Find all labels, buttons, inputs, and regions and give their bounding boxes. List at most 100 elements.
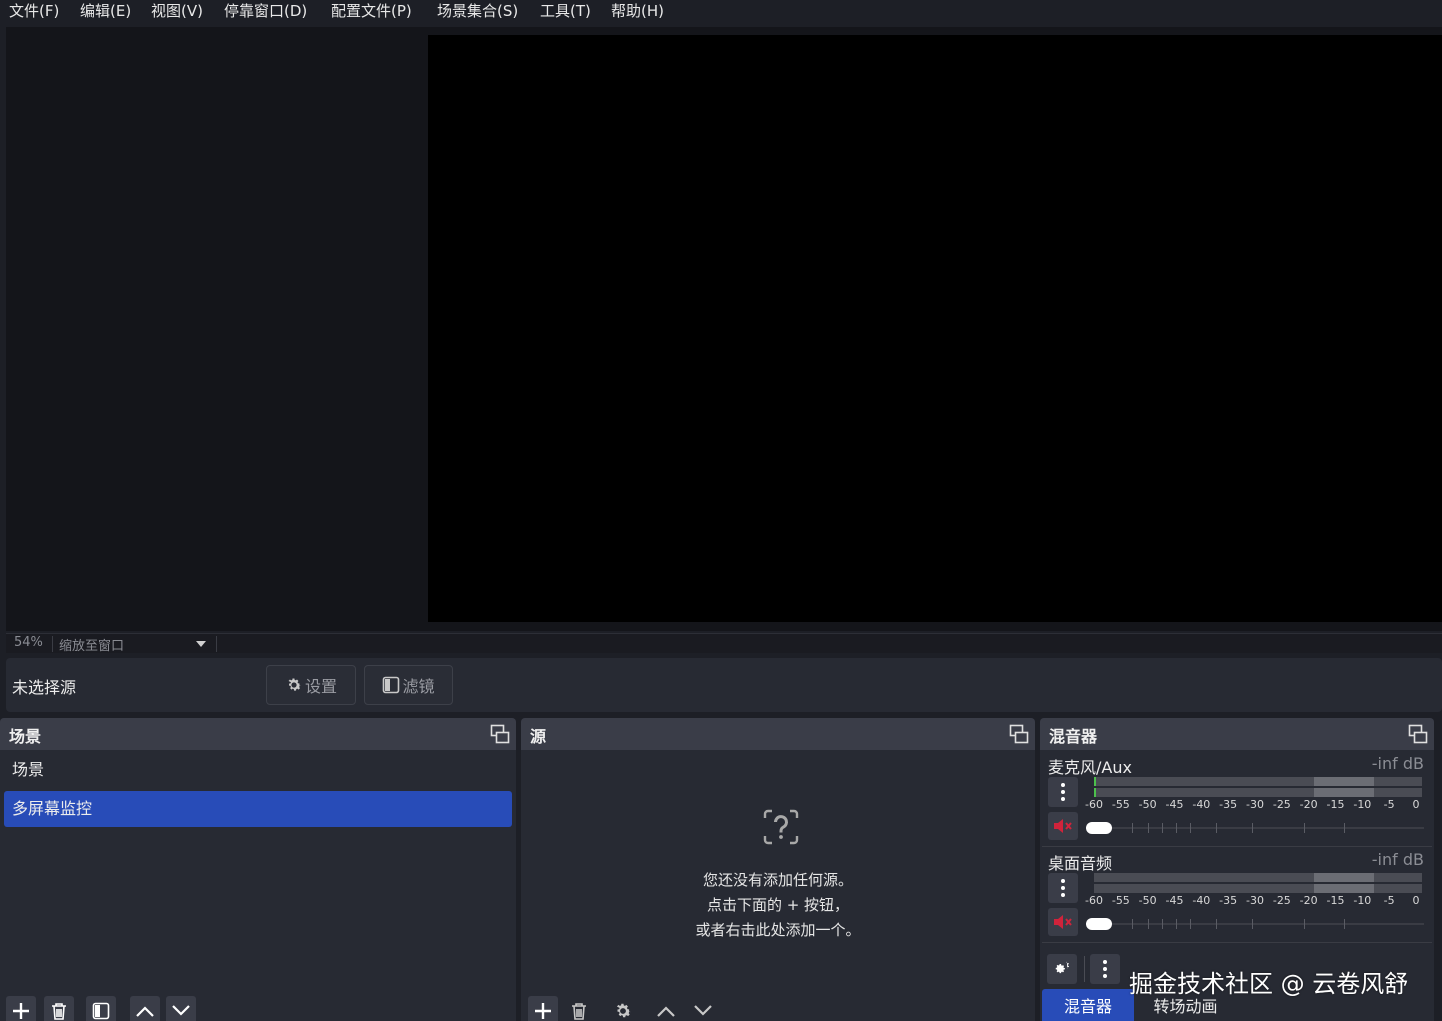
mixer-dock-header: 混音器 (1040, 718, 1434, 750)
tab-mixer[interactable]: 混音器 (1042, 989, 1134, 1021)
menu-file[interactable]: 文件(F) (9, 0, 59, 22)
meter-scale-label: 0 (1412, 894, 1420, 907)
menu-edit[interactable]: 编辑(E) (80, 0, 131, 22)
channel-menu-button[interactable] (1048, 777, 1078, 807)
meter-scale-label: -40 (1192, 894, 1211, 907)
question-icon (763, 809, 799, 845)
volume-slider[interactable] (1086, 917, 1424, 931)
meter-scale-label: -25 (1272, 894, 1291, 907)
watermark: 掘金技术社区 @ 云卷风舒 (1129, 970, 1409, 998)
volume-tick (1148, 919, 1149, 929)
menu-profile[interactable]: 配置文件(P) (331, 0, 412, 22)
advanced-audio-button[interactable] (1047, 954, 1077, 984)
volume-tick (1344, 823, 1345, 833)
meter-scale-label: -45 (1165, 798, 1184, 811)
scene-filters-button[interactable] (86, 996, 116, 1021)
sources-dock: 源 您还没有添加任何源。 点击下面的 + 按钮， 或者右击此处添加一个。 (521, 718, 1035, 1021)
source-properties-button[interactable] (608, 998, 638, 1021)
meter-scale-label: -25 (1272, 798, 1291, 811)
audio-meter (1094, 777, 1422, 797)
scene-item[interactable]: 场景 (4, 752, 512, 788)
chevron-down-icon (172, 1005, 190, 1016)
move-source-down-button[interactable] (688, 998, 718, 1021)
volume-tick (1132, 823, 1133, 833)
divider (52, 636, 53, 652)
plus-icon (13, 1003, 29, 1019)
plus-icon (535, 1003, 551, 1019)
meter-scale-label: -30 (1246, 798, 1264, 811)
empty-message-line: 或者右击此处添加一个。 (695, 921, 861, 939)
mute-button[interactable] (1048, 812, 1078, 840)
move-scene-up-button[interactable] (130, 996, 160, 1021)
empty-message-line: 点击下面的 + 按钮， (706, 896, 850, 914)
volume-slider[interactable] (1086, 821, 1424, 835)
remove-scene-button[interactable] (44, 996, 74, 1021)
meter-scale-label: -20 (1299, 798, 1318, 811)
mute-button[interactable] (1048, 908, 1078, 936)
float-dock-icon[interactable] (490, 724, 510, 744)
scenes-dock-header: 场景 (0, 718, 516, 750)
menu-tools[interactable]: 工具(T) (540, 0, 591, 22)
kebab-icon (1103, 960, 1107, 978)
move-scene-down-button[interactable] (166, 996, 196, 1021)
meter-scale-label: -50 (1138, 894, 1157, 907)
empty-message-line: 您还没有添加任何源。 (702, 871, 853, 889)
add-scene-button[interactable] (6, 996, 36, 1021)
remove-source-button[interactable] (564, 998, 594, 1021)
divider (1042, 846, 1432, 847)
volume-tick (1132, 919, 1133, 929)
meter-scale-label: -55 (1111, 894, 1130, 907)
zoom-mode-select[interactable]: 缩放至窗口 (59, 635, 124, 654)
meter-scale-label: -55 (1111, 798, 1130, 811)
mixer-channel-db: -inf dB (1371, 850, 1424, 869)
chevron-up-icon (657, 1006, 675, 1017)
properties-label: 设置 (304, 677, 337, 696)
mixer-channel-db: -inf dB (1371, 754, 1424, 773)
float-dock-icon[interactable] (1009, 724, 1029, 744)
volume-tick (1216, 823, 1217, 833)
speaker-muted-icon (1054, 819, 1072, 833)
menu-view[interactable]: 视图(V) (151, 0, 203, 22)
filters-label: 滤镜 (402, 677, 435, 696)
meter-scale-label: -20 (1299, 894, 1318, 907)
filter-icon (383, 676, 400, 694)
mixer-menu-button[interactable] (1090, 954, 1120, 984)
gear-icon (616, 1003, 631, 1018)
speaker-muted-icon (1054, 915, 1072, 929)
filters-button[interactable]: 滤镜 (364, 665, 453, 705)
meter-scale-label: -10 (1353, 798, 1372, 811)
volume-tick (1304, 919, 1305, 929)
meter-scale-label: -60 (1085, 894, 1103, 907)
divider (216, 636, 217, 652)
add-source-button[interactable] (528, 996, 558, 1021)
mixer-channel-name: 麦克风/Aux (1048, 758, 1132, 777)
properties-button[interactable]: 设置 (266, 665, 356, 705)
volume-tick (1344, 919, 1345, 929)
menu-scene-collection[interactable]: 场景集合(S) (437, 0, 518, 22)
channel-menu-button[interactable] (1048, 873, 1078, 903)
volume-tick (1304, 823, 1305, 833)
float-dock-icon[interactable] (1408, 724, 1428, 744)
gear-icon (1055, 961, 1069, 974)
mixer-channel-name: 桌面音频 (1048, 854, 1113, 873)
menu-docks[interactable]: 停靠窗口(D) (224, 0, 307, 22)
meter-scale-label: -15 (1326, 894, 1345, 907)
menu-bar: 文件(F) 编辑(E) 视图(V) 停靠窗口(D) 配置文件(P) 场景集合(S… (0, 0, 1442, 24)
no-source-label: 未选择源 (12, 678, 77, 697)
meter-scale-label: -15 (1326, 798, 1345, 811)
volume-tick (1148, 823, 1149, 833)
divider (1042, 942, 1432, 943)
gear-icon (288, 678, 302, 691)
volume-tick (1216, 919, 1217, 929)
scenes-dock: 场景 场景 多屏幕监控 (0, 718, 516, 1021)
scene-item-selected[interactable]: 多屏幕监控 (4, 791, 512, 827)
volume-slider-handle[interactable] (1086, 822, 1112, 834)
volume-slider-handle[interactable] (1086, 918, 1112, 930)
move-source-up-button[interactable] (651, 998, 681, 1021)
volume-tick (1176, 919, 1177, 929)
preview-canvas[interactable] (428, 35, 1442, 622)
chevron-down-icon (694, 1005, 712, 1016)
source-context-bar: 未选择源 设置 滤镜 (6, 658, 1442, 712)
chevron-down-icon[interactable] (196, 641, 206, 647)
menu-help[interactable]: 帮助(H) (611, 0, 664, 22)
